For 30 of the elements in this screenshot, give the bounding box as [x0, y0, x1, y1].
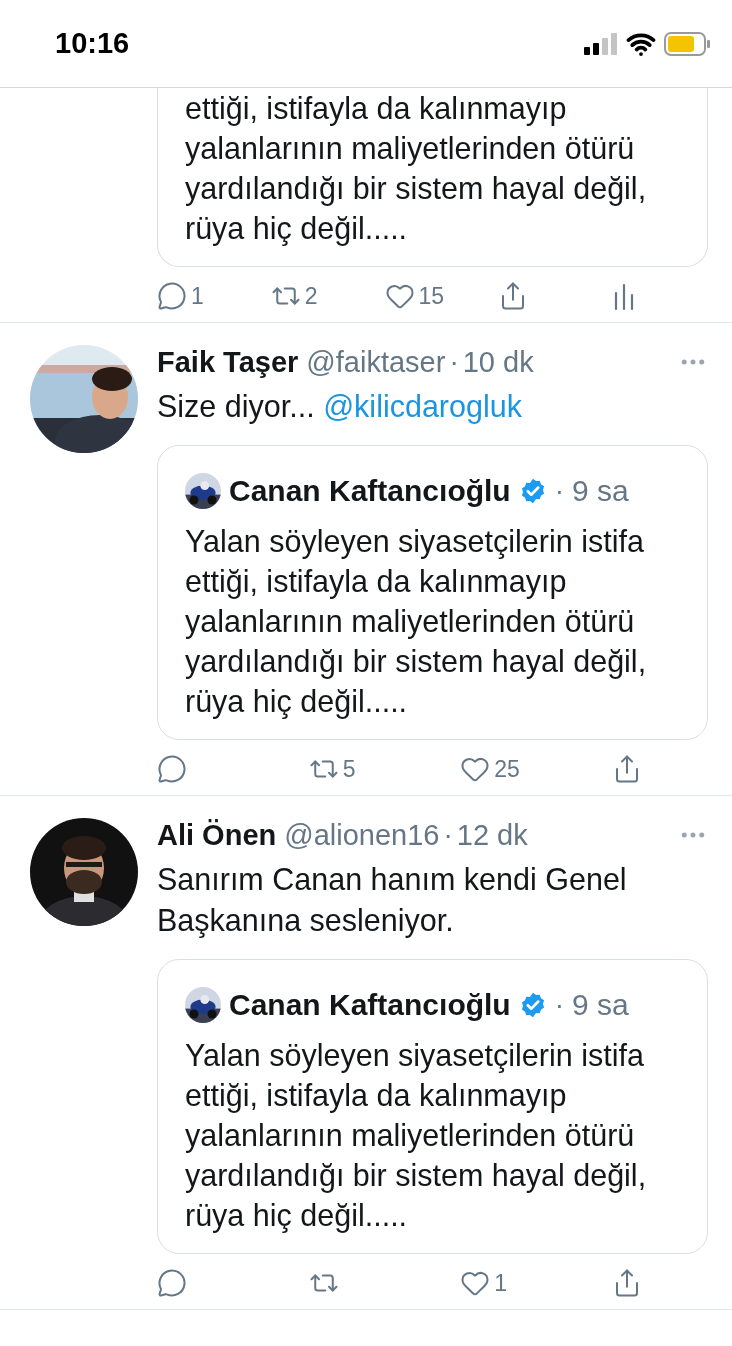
- status-time: 10:16: [55, 25, 130, 61]
- author-name: Canan Kaftancıoğlu: [229, 986, 511, 1023]
- mention-link[interactable]: @kilicdarogluk: [323, 389, 522, 423]
- quoted-tweet-text: Yalan söyleyen siyasetçilerin istifa ettiği, istifayla da kalınmayıp yalanlarının maliyetlerinden ötürü yardılandığı bir sistem hayal değil, rüya hiç değil.....: [185, 1037, 648, 1235]
- separator-dot: ·: [443, 818, 453, 853]
- author-name[interactable]: Faik Taşer: [157, 340, 299, 384]
- author-name[interactable]: Ali Önen: [157, 813, 277, 857]
- separator-dot: ·: [554, 473, 565, 508]
- quoted-tweet-card[interactable]: ettiği, istifayla da kalınmayıp yalanlarının maliyetlerinden ötürü yardılandığı bir sistem hayal değil, rüya hiç değil.....: [157, 88, 708, 267]
- like-button[interactable]: 15: [384, 279, 455, 314]
- tweet-text: Sanırım Canan hanım kendi Genel Başkanına sesleniyor.: [157, 861, 628, 940]
- reply-button[interactable]: 1: [157, 279, 227, 314]
- tweet-time: 9 sa: [572, 473, 629, 509]
- tweet-time: 10 dk: [462, 344, 534, 380]
- like-button[interactable]: 25: [460, 752, 531, 787]
- tweet-text: Size diyor... @kilicdarogluk: [157, 388, 523, 426]
- author-name: Canan Kaftancıoğlu: [229, 472, 511, 509]
- tweet-time: 9 sa: [572, 987, 629, 1023]
- author-handle: @faiktaser: [306, 344, 446, 380]
- tweet-time: 12 dk: [456, 817, 528, 853]
- retweet-button[interactable]: 2: [270, 279, 341, 314]
- like-button[interactable]: 1: [460, 1266, 531, 1301]
- retweet-button[interactable]: 5: [308, 752, 379, 787]
- quoted-tweet-card[interactable]: Canan Kaftancıoğlu · 9 sa Yalan söyleyen siyasetçilerin istifa ettiği, istifayla da kalınmayıp yalanlarının maliyetlerinden ötürü yardılandığı bir sistem hayal değil, rüya hiç değil.....: [157, 445, 708, 740]
- author-handle: @alionen16: [284, 817, 440, 853]
- separator-dot: ·: [554, 987, 565, 1022]
- quoted-tweet-text: Yalan söyleyen siyasetçilerin istifa ettiği, istifayla da kalınmayıp yalanlarının maliyetlerinden ötürü yardılandığı bir sistem hayal değil, rüya hiç değil.....: [185, 523, 648, 721]
- separator-dot: ·: [449, 345, 459, 380]
- quoted-tweet-text: ettiği, istifayla da kalınmayıp yalanlarının maliyetlerinden ötürü yardılandığı bir sistem hayal değil, rüya hiç değil.....: [185, 90, 648, 248]
- quoted-tweet-card[interactable]: Canan Kaftancıoğlu · 9 sa Yalan söyleyen siyasetçilerin istifa ettiği, istifayla da kalınmayıp yalanlarının maliyetlerinden ötürü yardılandığı bir sistem hayal değil, rüya hiç değil.....: [157, 959, 708, 1254]
